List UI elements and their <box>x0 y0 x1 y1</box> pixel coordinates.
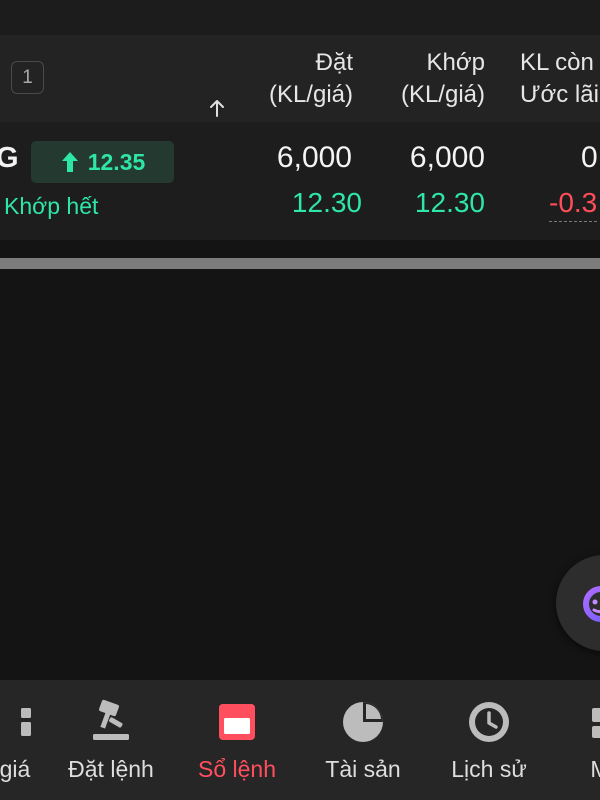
pie-chart-icon <box>343 702 383 742</box>
column-header-uoc-lai-title: Ước lãi <box>520 81 599 108</box>
nav-label-history: Lịch sử <box>451 756 527 782</box>
sort-arrow-up-icon[interactable] <box>207 98 227 118</box>
more-icon <box>592 708 600 738</box>
nav-item-place-order[interactable]: Đặt lệnh <box>51 680 171 800</box>
order-book-screen: 1 Đặt (KL/giá) Khớp (KL/giá) KL còn Ước … <box>0 0 600 800</box>
stock-ticker: G <box>0 142 19 174</box>
arrow-up-icon <box>61 152 78 172</box>
price-change-badge: 12.35 <box>31 141 174 183</box>
nav-label-order-book: Sổ lệnh <box>197 756 276 782</box>
column-header-dat-title: Đặt <box>315 49 353 76</box>
section-divider <box>0 258 600 269</box>
bottom-navigation: giá Đặt lệnh Sổ lệnh Tài sản Lịch sử M <box>0 680 600 800</box>
order-book-icon <box>219 704 255 740</box>
dat-price: 12.30 <box>291 187 362 218</box>
price-change-value: 12.35 <box>87 148 146 175</box>
column-header-kl-con-title: KL còn <box>520 49 594 76</box>
nav-label-place-order: Đặt lệnh <box>68 756 154 782</box>
gavel-icon <box>93 699 129 740</box>
kl-con-value: 0 <box>581 141 598 174</box>
top-strip <box>0 0 600 35</box>
nav-label-assets: Tài sản <box>325 756 401 782</box>
khop-price: 12.30 <box>414 187 485 218</box>
nav-item-history[interactable]: Lịch sử <box>429 680 549 800</box>
market-icon <box>21 708 31 736</box>
empty-content-area <box>0 269 600 680</box>
nav-item-order-book[interactable]: Sổ lệnh <box>177 680 297 800</box>
nav-item-more[interactable]: M <box>540 680 600 800</box>
khop-quantity: 6,000 <box>409 141 485 174</box>
column-header-kl-con[interactable]: KL còn Ước lãi <box>520 47 599 111</box>
assistant-icon <box>583 586 600 622</box>
clock-icon <box>469 702 509 742</box>
dat-quantity: 6,000 <box>276 141 352 174</box>
column-header-dat[interactable]: Đặt (KL/giá) <box>269 47 353 111</box>
column-header-khop[interactable]: Khớp (KL/giá) <box>401 47 485 111</box>
column-header-khop-subtitle: (KL/giá) <box>400 81 485 108</box>
nav-label-more: M <box>590 756 600 782</box>
order-status: Khớp hết <box>4 193 99 219</box>
column-header-khop-title: Khớp <box>426 49 485 76</box>
order-count-badge[interactable]: 1 <box>11 61 44 94</box>
nav-item-assets[interactable]: Tài sản <box>303 680 423 800</box>
estimated-pnl[interactable]: -0.3 <box>549 187 598 222</box>
column-header-dat-subtitle: (KL/giá) <box>268 81 353 108</box>
